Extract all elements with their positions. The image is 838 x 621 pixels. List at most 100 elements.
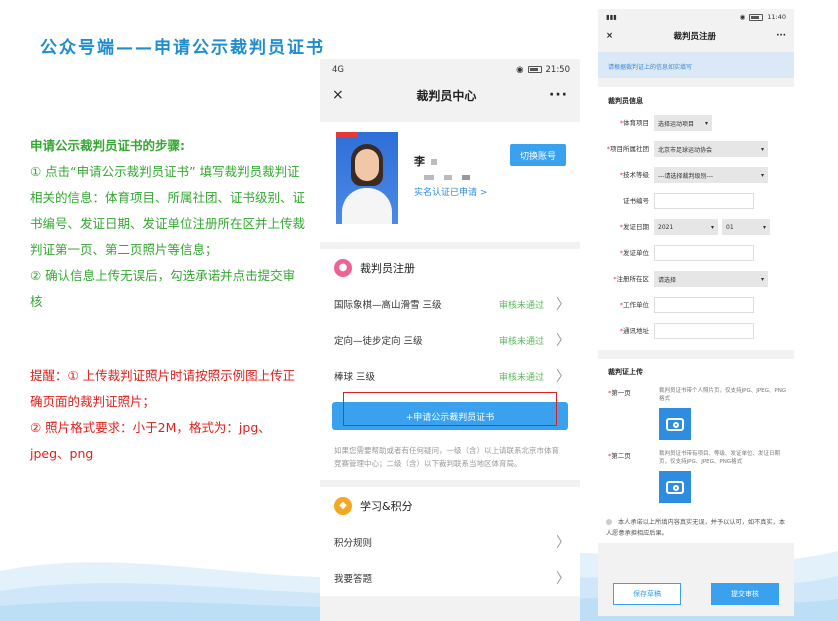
level-select[interactable]: ---请选择裁判级别--- ▾	[654, 167, 768, 183]
sport-field: *体育项目 选择运动项目 ▾	[598, 110, 794, 136]
issue-year-select[interactable]: 2021 ▾	[654, 219, 718, 235]
verified-link[interactable]: 实名认证已申请 >	[414, 185, 487, 198]
status-bar: 4G ◉ 21:50	[320, 59, 580, 80]
list-item[interactable]: 棒球 三级 审核未通过 〉	[320, 358, 580, 394]
issue-month-select[interactable]: 01 ▾	[722, 219, 770, 235]
list-item[interactable]: 积分规则 〉	[320, 524, 580, 560]
section-header: ◆ 学习&积分	[320, 487, 580, 524]
points-icon: ◆	[334, 496, 352, 515]
address-input[interactable]	[654, 323, 754, 339]
list-item[interactable]: 定向—徒步定向 三级 审核未通过 〉	[320, 322, 580, 358]
highlight-box	[343, 392, 557, 426]
list-item[interactable]: 我要答题 〉	[320, 560, 580, 596]
battery-icon	[749, 13, 764, 21]
chevron-down-icon: ▾	[760, 275, 764, 283]
list-item-label: 国际象棋—高山滑雪 三级	[334, 300, 442, 311]
switch-account-button[interactable]: 切换账号	[510, 144, 566, 166]
close-icon[interactable]: ×	[332, 87, 344, 103]
upload-label: *第二页	[604, 450, 659, 503]
upload-description: 裁判员证书带个人照片页，仅支持JPG、JPEG、PNG格式	[659, 388, 787, 402]
field-label-text: 工作单位	[623, 301, 649, 309]
signal-icon: ▮▮▮	[606, 13, 617, 21]
phone-referee-center: 4G ◉ 21:50 × 裁判员中心 ··· 李 实名认证已申请 > 切换账号 …	[320, 59, 580, 621]
status-badge: 审核未通过	[498, 300, 544, 311]
section-header: ● 裁判员注册	[320, 249, 580, 286]
field-label-text: 技术等级	[623, 171, 649, 179]
photo-tag	[336, 132, 358, 137]
camera-lens	[673, 421, 679, 428]
issuer-input[interactable]	[654, 245, 754, 261]
id-blur	[424, 175, 470, 180]
district-select[interactable]: 请选择 ▾	[654, 271, 768, 287]
avatar-face	[355, 149, 379, 181]
list-item-label: 积分规则	[334, 538, 373, 549]
profile-name: 李	[414, 153, 437, 169]
more-icon[interactable]: ···	[776, 31, 786, 41]
chevron-right-icon: 〉	[556, 535, 570, 551]
upload-label-text: 第二页	[611, 452, 631, 460]
submit-review-button[interactable]: 提交审核	[711, 582, 779, 605]
chevron-right-icon: 〉	[556, 297, 570, 313]
upload-label: *第一页	[604, 387, 659, 440]
list-item-label: 棒球 三级	[334, 372, 376, 383]
field-label: 证书编号	[604, 197, 654, 205]
upload-body: 裁判员证书带个人照片页，仅支持JPG、JPEG、PNG格式	[659, 387, 788, 440]
camera-upload-button[interactable]	[659, 408, 691, 440]
save-draft-button[interactable]: 保存草稿	[613, 582, 681, 605]
field-label-text: 注册所在区	[616, 275, 650, 283]
tips-text: 提醒：① 上传裁判证照片时请按照示例图上传正确页面的裁判证照片； ② 照片格式要…	[30, 363, 305, 467]
agreement: 本人承诺以上所填内容真实无误，并予以认可，如不真实，本人愿意承担相应后果。	[598, 503, 794, 539]
step-1: ① 点击“申请公示裁判员证书” 填写裁判员裁判证相关的信息：体育项目、所属社团、…	[30, 164, 306, 257]
district-field: *注册所在区 请选择 ▾	[598, 266, 794, 292]
field-label: *发证单位	[604, 249, 654, 257]
field-label-text: 发证日期	[623, 223, 649, 231]
nav-bar: × 裁判员注册 ···	[598, 25, 794, 47]
steps-heading: 申请公示裁判员证书的步骤:	[30, 138, 185, 153]
referee-info-form: 裁判员信息 *体育项目 选择运动项目 ▾ *项目所属社团 北京市足球运动协会 ▾ *…	[598, 87, 794, 350]
field-label-text: 通讯地址	[623, 327, 649, 335]
select-value: 北京市足球运动协会	[658, 146, 713, 154]
slide-title: 公众号端——申请公示裁判员证书	[40, 38, 325, 58]
select-value: 请选择	[658, 276, 677, 284]
address-field: *通讯地址	[598, 318, 794, 344]
camera-upload-button[interactable]	[659, 471, 691, 503]
more-icon[interactable]: ···	[549, 87, 568, 103]
upload-label-text: 第一页	[611, 389, 631, 397]
status-time: 21:50	[545, 64, 571, 75]
field-label-text: 证书编号	[623, 197, 649, 205]
profile-name-text: 李	[414, 155, 425, 168]
certificate-upload-section: 裁判证上传 *第一页 裁判员证书带个人照片页，仅支持JPG、JPEG、PNG格式…	[598, 359, 794, 543]
step-2: ② 确认信息上传无误后，勾选承诺并点击提交审核	[30, 268, 296, 309]
upload-body: 裁判员证书带有项目、等级、发证单位、发证日期页，仅支持JPG、JPEG、PNG格…	[659, 450, 788, 503]
certificate-number-input[interactable]	[654, 193, 754, 209]
avatar	[336, 132, 398, 224]
status-bar: ▮▮▮ ◉ 11:40	[598, 9, 794, 25]
nav-bar: × 裁判员中心 ···	[320, 80, 580, 110]
name-blur	[431, 159, 437, 165]
chevron-down-icon: ▾	[760, 145, 764, 153]
status-time: 11:40	[767, 13, 786, 21]
workplace-input[interactable]	[654, 297, 754, 313]
list-item[interactable]: 国际象棋—高山滑雪 三级 审核未通过 〉	[320, 286, 580, 322]
wifi-icon: ◉	[516, 64, 524, 75]
certificate-number-field: 证书编号	[598, 188, 794, 214]
select-value: ---请选择裁判级别---	[658, 172, 713, 180]
profile-card: 李 实名认证已申请 > 切换账号	[320, 122, 580, 242]
field-label-text: 项目所属社团	[610, 145, 649, 153]
tip-1: 提醒：① 上传裁判证照片时请按照示例图上传正确页面的裁判证照片；	[30, 368, 296, 409]
association-select[interactable]: 北京市足球运动协会 ▾	[654, 141, 768, 157]
sport-select[interactable]: 选择运动项目 ▾	[654, 115, 712, 131]
workplace-field: *工作单位	[598, 292, 794, 318]
notice-banner: 请根据裁判证上的信息如实填写	[598, 52, 794, 78]
study-section: ◆ 学习&积分 积分规则 〉 我要答题 〉	[320, 487, 580, 596]
upload-description: 裁判员证书带有项目、等级、发证单位、发证日期页，仅支持JPG、JPEG、PNG格…	[659, 451, 781, 465]
section-title: 裁判员注册	[360, 261, 415, 275]
status-badge: 审核未通过	[498, 372, 544, 383]
chevron-down-icon: ▾	[762, 223, 766, 231]
field-label: *体育项目	[604, 119, 654, 127]
signal-indicator: 4G	[332, 64, 344, 75]
agree-checkbox[interactable]	[606, 519, 612, 525]
camera-icon	[666, 417, 684, 431]
field-label: *注册所在区	[604, 275, 654, 283]
close-icon[interactable]: ×	[606, 31, 613, 41]
